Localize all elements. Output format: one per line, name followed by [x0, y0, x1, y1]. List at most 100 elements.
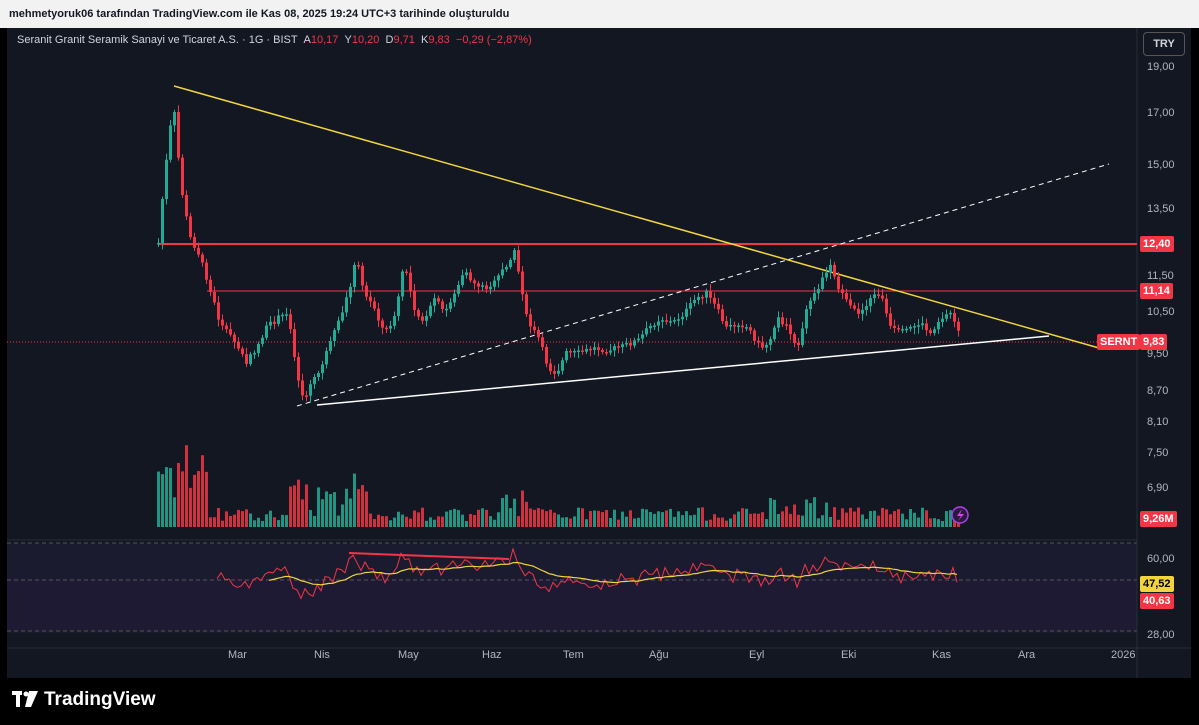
candle-body	[373, 301, 376, 309]
tradingview-logo[interactable]: TradingView	[12, 689, 156, 711]
candle-body	[777, 317, 780, 328]
volume-bar	[841, 508, 844, 527]
candle-body	[385, 327, 388, 330]
candle-body	[209, 279, 212, 293]
volume-bar	[725, 520, 728, 527]
volume-bar	[609, 518, 612, 527]
volume-bar	[777, 514, 780, 527]
descending-trendline	[173, 85, 1100, 349]
lightning-icon[interactable]	[951, 506, 969, 524]
volume-bar	[717, 517, 720, 527]
candle-body	[221, 319, 224, 326]
volume-bar	[325, 491, 328, 527]
volume-bar	[913, 512, 916, 527]
time-axis-label: Mar	[228, 649, 247, 661]
volume-bar	[949, 510, 952, 527]
candle-body	[913, 326, 916, 328]
volume-bar	[265, 514, 268, 527]
rsi-axis-label: 28,00	[1147, 629, 1175, 641]
candle-body	[581, 350, 584, 352]
candle-body	[169, 125, 172, 160]
volume-bar	[429, 517, 432, 527]
volume-bar	[533, 509, 536, 527]
chart-area[interactable]: Seranit Granit Seramik Sanayi ve Ticaret…	[7, 28, 1191, 678]
candle-body	[305, 395, 308, 397]
candle-body	[341, 312, 344, 321]
open-value: 10,17	[310, 34, 339, 46]
volume-bar	[569, 518, 572, 527]
volume-bar	[425, 520, 428, 527]
candle-body	[217, 302, 220, 320]
volume-bar	[361, 485, 364, 527]
candle-body	[533, 326, 536, 331]
volume-bar	[249, 513, 252, 527]
volume-bar	[821, 515, 824, 527]
volume-bar	[357, 489, 360, 527]
volume-bar	[917, 517, 920, 527]
volume-bar	[381, 516, 384, 527]
candle-body	[733, 324, 736, 327]
candle-body	[765, 344, 768, 348]
candle-body	[393, 315, 396, 326]
candle-body	[673, 320, 676, 322]
volume-bar	[289, 486, 292, 527]
volume-bar	[201, 455, 204, 527]
volume-bar	[241, 511, 244, 527]
candle-body	[329, 340, 332, 352]
candle-body	[625, 343, 628, 345]
brand-name: TradingView	[44, 689, 156, 710]
candle-body	[397, 296, 400, 316]
candle-body	[545, 347, 548, 364]
volume-bar	[605, 509, 608, 527]
candle-body	[781, 317, 784, 325]
candle-body	[801, 328, 804, 346]
candle-body	[421, 316, 424, 321]
currency-button[interactable]: TRY	[1143, 32, 1185, 56]
candle-body	[693, 300, 696, 304]
candle-body	[365, 285, 368, 297]
volume-bar	[685, 511, 688, 527]
candle-body	[493, 280, 496, 287]
time-axis-label: 2026	[1111, 649, 1136, 661]
volume-bar	[885, 509, 888, 527]
volume-bar	[365, 491, 368, 527]
change-value: −0,29 (−2,87%)	[455, 34, 532, 46]
volume-bar	[629, 510, 632, 527]
candle-body	[449, 302, 452, 309]
candle-body	[249, 354, 252, 364]
volume-bar	[185, 445, 188, 527]
candle-body	[665, 320, 668, 322]
candle-body	[353, 265, 356, 287]
volume-bar	[585, 519, 588, 527]
chart-canvas[interactable]	[7, 28, 1191, 678]
candle-body	[641, 334, 644, 339]
volume-bar	[417, 512, 420, 527]
candle-body	[473, 280, 476, 284]
candle-body	[381, 320, 384, 328]
volume-bar	[465, 520, 468, 527]
candle-body	[401, 271, 404, 297]
volume-bar	[657, 511, 660, 527]
volume-bar	[761, 512, 764, 527]
candle-body	[717, 303, 720, 310]
price-axis-label: 8,10	[1147, 416, 1169, 428]
candle-body	[585, 348, 588, 352]
volume-bar	[905, 519, 908, 527]
candle-body	[621, 344, 624, 348]
volume-bar	[525, 501, 528, 527]
volume-bar	[945, 511, 948, 527]
candles-layer	[157, 105, 960, 403]
candle-body	[645, 328, 648, 335]
volume-bar	[785, 506, 788, 527]
volume-bar	[853, 511, 856, 527]
candle-body	[405, 271, 408, 274]
candle-body	[817, 289, 820, 294]
candle-body	[745, 327, 748, 329]
last-price-tag: 9,83	[1140, 334, 1168, 350]
candle-body	[837, 276, 840, 290]
candle-body	[637, 338, 640, 341]
volume-bar	[577, 507, 580, 527]
candle-body	[501, 269, 504, 276]
volume-bar	[881, 507, 884, 527]
ascending-channel-dashed	[296, 163, 1110, 407]
